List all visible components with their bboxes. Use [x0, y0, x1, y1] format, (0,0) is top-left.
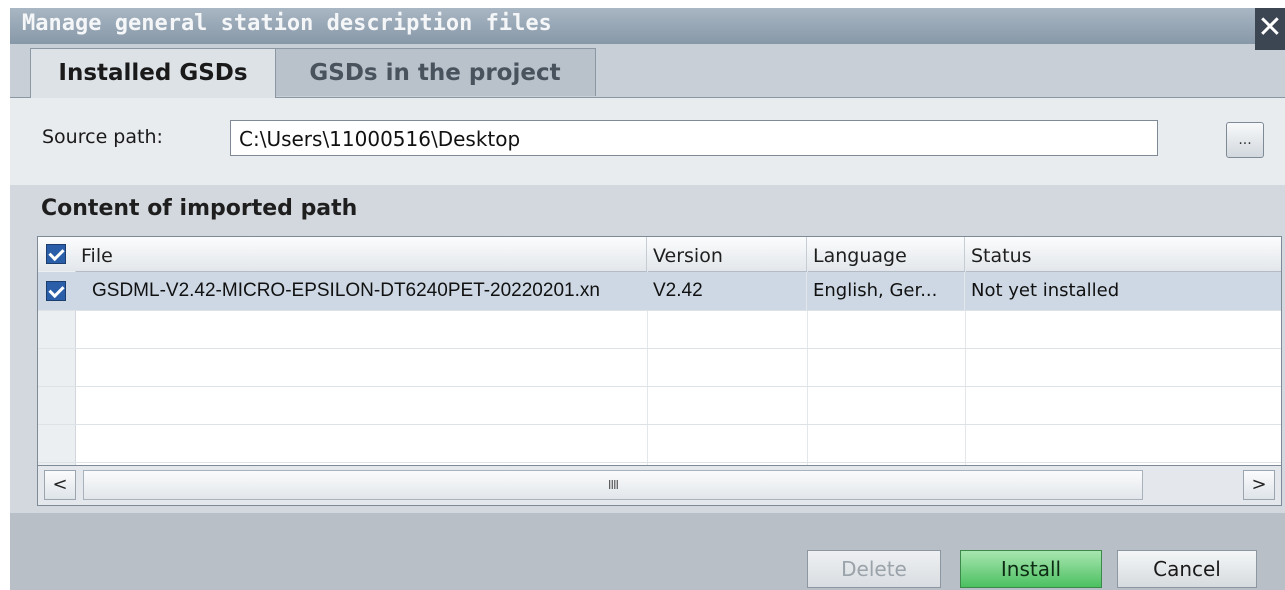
column-header-status[interactable]: Status	[965, 237, 1281, 271]
table-header: File Version Language Status	[38, 237, 1281, 272]
browse-button[interactable]: ...	[1226, 122, 1264, 158]
tab-installed-gsds[interactable]: Installed GSDs	[30, 48, 276, 98]
gsd-table: File Version Language Status GSDML-V2.42…	[37, 236, 1282, 466]
column-header-language[interactable]: Language	[807, 237, 965, 271]
source-path-label: Source path:	[42, 126, 163, 148]
install-button[interactable]: Install	[960, 550, 1102, 588]
select-all-checkbox[interactable]	[46, 244, 66, 264]
table-row[interactable]: GSDML-V2.42-MICRO-EPSILON-DT6240PET-2022…	[38, 272, 1281, 311]
table-row-empty	[38, 310, 1281, 349]
horizontal-scrollbar[interactable]: < IIII >	[37, 466, 1282, 506]
row-checkbox[interactable]	[46, 281, 66, 301]
column-header-version[interactable]: Version	[647, 237, 807, 271]
section-title: Content of imported path	[41, 196, 358, 221]
column-header-file[interactable]: File	[75, 237, 647, 271]
table-row-empty	[38, 386, 1281, 425]
delete-button[interactable]: Delete	[807, 550, 941, 588]
language-cell: English, Ger...	[807, 272, 965, 310]
dialog-title: Manage general station description files	[22, 11, 552, 36]
status-cell: Not yet installed	[971, 280, 1120, 301]
title-bar: Manage general station description files…	[10, 8, 1285, 50]
gsd-manager-dialog: Manage general station description files…	[10, 8, 1285, 590]
source-path-input[interactable]: C:\Users\11000516\Desktop	[230, 120, 1158, 156]
scroll-left-icon[interactable]: <	[44, 470, 76, 500]
close-icon[interactable]: ✕	[1255, 8, 1285, 50]
scroll-thumb[interactable]: IIII	[83, 470, 1143, 500]
table-row-empty	[38, 348, 1281, 387]
file-cell: GSDML-V2.42-MICRO-EPSILON-DT6240PET-2022…	[92, 280, 600, 301]
tab-label: GSDs in the project	[309, 60, 561, 86]
version-cell: V2.42	[647, 272, 807, 310]
tab-gsds-in-project[interactable]: GSDs in the project	[274, 48, 596, 96]
table-row-empty	[38, 424, 1281, 463]
cancel-button[interactable]: Cancel	[1117, 550, 1257, 588]
scroll-right-icon[interactable]: >	[1243, 470, 1275, 500]
